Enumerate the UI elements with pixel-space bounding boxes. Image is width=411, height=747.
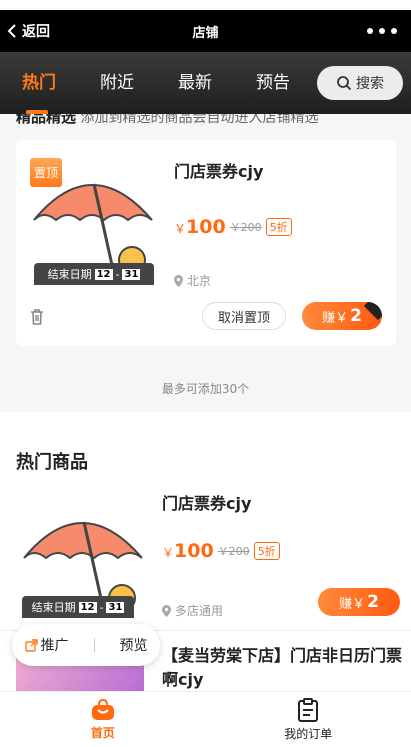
pin-badge: 置顶 bbox=[30, 158, 63, 187]
section-title: 热门商品 bbox=[16, 452, 88, 473]
end-date-day: 31 bbox=[122, 268, 141, 280]
tab-hot[interactable]: 热门 bbox=[0, 52, 78, 114]
price-symbol: ￥ bbox=[162, 546, 175, 560]
end-date-month: 12 bbox=[78, 601, 97, 613]
more-dot-icon bbox=[367, 28, 373, 34]
end-date-day: 31 bbox=[106, 601, 125, 613]
earn-label: 赚￥ bbox=[322, 310, 349, 326]
back-label: 返回 bbox=[22, 24, 50, 40]
app-root: 返回 店铺 热门 附近 最新 预告 搜索 精品精选 添加到精选的商品会自动进入店… bbox=[0, 0, 411, 747]
nav-my-orders-label: 我的订单 bbox=[284, 726, 333, 741]
main-content: 精品精选 添加到精选的商品会自动进入店铺精选 置顶 结束日期 12 - 31 门… bbox=[0, 114, 411, 691]
end-date-sep: - bbox=[99, 600, 104, 614]
more-dot-icon bbox=[391, 28, 397, 34]
shop-bag-icon bbox=[91, 698, 114, 720]
price-symbol: ￥ bbox=[174, 222, 187, 236]
bottom-nav: 首页 我的订单 bbox=[0, 691, 411, 747]
location-label: 北京 bbox=[187, 274, 212, 288]
location-label: 多店通用 bbox=[175, 604, 224, 618]
price-value: 100 bbox=[186, 216, 226, 238]
discount-badge: 5折 bbox=[253, 542, 280, 560]
tab-newest[interactable]: 最新 bbox=[156, 52, 234, 114]
original-price: ￥200 bbox=[229, 221, 262, 234]
location: 多店通用 bbox=[162, 602, 223, 619]
unpin-button[interactable]: 取消置顶 bbox=[202, 302, 286, 330]
product-title[interactable]: 【麦当劳棠下店】门店非日历门票啊cjy bbox=[162, 644, 402, 691]
promote-label: 推广 bbox=[40, 638, 69, 654]
promote-button[interactable]: 推广 bbox=[24, 635, 69, 655]
price: ￥100 bbox=[162, 540, 214, 562]
discount-badge: 5折 bbox=[265, 218, 292, 236]
title-bar: 返回 店铺 bbox=[0, 10, 411, 52]
section-note: 添加到精选的商品会自动进入店铺精选 bbox=[80, 114, 319, 126]
more-button[interactable] bbox=[367, 10, 397, 52]
end-date-bar: 结束日期 12 - 31 bbox=[34, 263, 154, 285]
pinned-product-card[interactable]: 置顶 结束日期 12 - 31 门店票券cjy ￥100 ￥200 5折 北京 bbox=[16, 140, 396, 346]
preview-button[interactable]: 预览 bbox=[120, 635, 148, 655]
search-label: 搜索 bbox=[356, 76, 384, 92]
section-title: 精品精选 bbox=[16, 114, 77, 126]
price-row: ￥100 ￥200 5折 bbox=[174, 216, 292, 238]
more-dot-icon bbox=[379, 28, 385, 34]
floating-action-bar: 推广 预览 bbox=[12, 624, 160, 666]
end-date-month: 12 bbox=[94, 268, 113, 280]
original-price: ￥200 bbox=[217, 545, 250, 558]
earn-button[interactable]: 赚￥ 2 bbox=[318, 588, 400, 616]
category-tabs: 热门 附近 最新 预告 搜索 bbox=[0, 52, 411, 114]
section-header-partial: 精品精选 添加到精选的商品会自动进入店铺精选 bbox=[16, 114, 318, 127]
end-date-sep: - bbox=[115, 267, 120, 281]
end-date-label: 结束日期 bbox=[47, 268, 92, 281]
end-date-bar: 结束日期 12 - 31 bbox=[22, 596, 134, 618]
earn-amount: 2 bbox=[350, 306, 362, 326]
price-value: 100 bbox=[174, 540, 214, 562]
earn-button[interactable]: 赚￥ 2 bbox=[302, 302, 382, 330]
end-date-label: 结束日期 bbox=[31, 601, 76, 614]
price: ￥100 bbox=[174, 216, 226, 238]
earn-label: 赚￥ bbox=[339, 596, 366, 612]
divider bbox=[93, 638, 95, 652]
product-title[interactable]: 门店票券cjy bbox=[174, 158, 263, 182]
location-pin-icon bbox=[174, 274, 183, 287]
earn-amount: 2 bbox=[367, 592, 379, 612]
clipboard-icon bbox=[298, 697, 319, 722]
product-title[interactable]: 门店票券cjy bbox=[162, 490, 251, 514]
share-icon bbox=[24, 638, 38, 652]
search-button[interactable]: 搜索 bbox=[317, 66, 403, 100]
search-icon bbox=[337, 76, 352, 91]
price-row: ￥100 ￥200 5折 bbox=[162, 540, 280, 562]
tab-preview[interactable]: 预告 bbox=[234, 52, 312, 114]
tab-nearby[interactable]: 附近 bbox=[78, 52, 156, 114]
trash-icon[interactable] bbox=[28, 308, 46, 326]
corner-ribbon bbox=[363, 302, 382, 321]
nav-home-label: 首页 bbox=[90, 725, 115, 740]
max-items-note: 最多可添加30个 bbox=[161, 382, 250, 396]
chevron-left-icon bbox=[7, 24, 16, 38]
location-pin-icon bbox=[162, 604, 171, 617]
back-button[interactable]: 返回 bbox=[6, 10, 50, 52]
page-title: 店铺 bbox=[192, 25, 219, 41]
nav-home[interactable]: 首页 bbox=[0, 692, 206, 747]
nav-my-orders[interactable]: 我的订单 bbox=[206, 692, 411, 747]
location: 北京 bbox=[174, 272, 211, 289]
